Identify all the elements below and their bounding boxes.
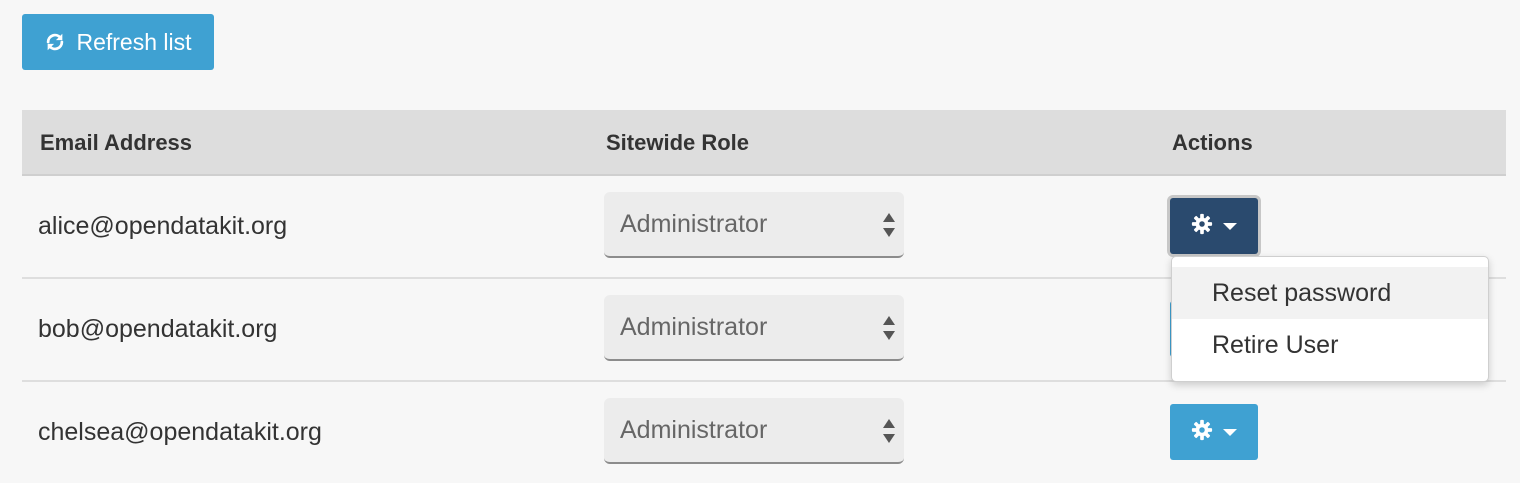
gear-icon [1191,213,1213,240]
column-header-actions: Actions [1172,130,1253,155]
gear-icon [1191,419,1213,446]
actions-dropdown-button[interactable] [1170,404,1258,460]
select-arrows-icon [882,314,896,342]
role-select-value: Administrator [620,416,768,444]
menu-item-retire-user[interactable]: Retire User [1172,319,1488,371]
column-header-role[interactable]: Sitewide Role [606,110,749,174]
user-email: alice@opendatakit.org [38,212,288,240]
user-email: bob@opendatakit.org [38,315,278,343]
refresh-list-label: Refresh list [76,28,192,55]
caret-down-icon [1223,222,1237,230]
actions-dropdown-button[interactable] [1170,198,1258,254]
menu-item-reset-password[interactable]: Reset password [1172,267,1488,319]
sitewide-role-select[interactable]: Administrator [604,295,904,361]
select-arrows-icon [882,417,896,445]
role-select-value: Administrator [620,210,768,238]
user-email: chelsea@opendatakit.org [38,418,322,446]
sitewide-role-select[interactable]: Administrator [604,398,904,464]
sitewide-role-select[interactable]: Administrator [604,192,904,258]
actions-dropdown-menu: Reset password Retire User [1171,256,1489,382]
caret-down-icon [1223,428,1237,436]
table-header: Email Address Sitewide Role Actions [22,110,1506,176]
refresh-icon [44,31,66,53]
select-arrows-icon [882,211,896,239]
refresh-list-button[interactable]: Refresh list [22,14,214,70]
role-select-value: Administrator [620,313,768,341]
column-header-email[interactable]: Email Address [40,110,192,174]
table-row: chelsea@opendatakit.org Administrator [22,382,1506,483]
